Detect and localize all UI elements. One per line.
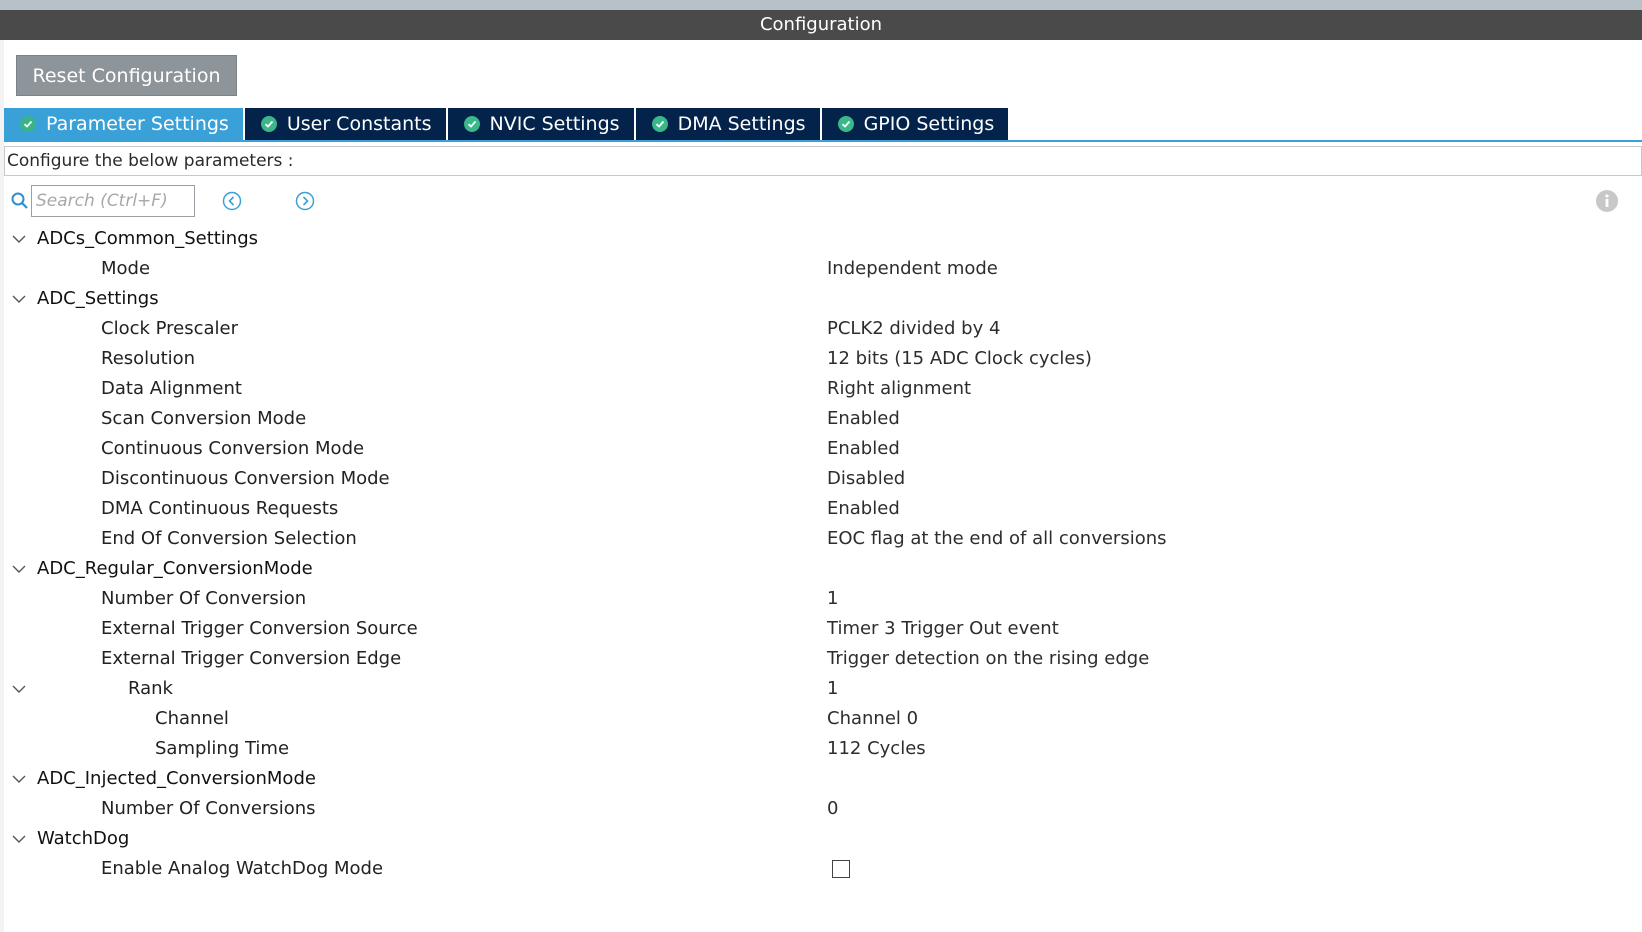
- settings-tabs: Parameter Settings User Constants NVIC S…: [4, 108, 1011, 140]
- chevron-down-icon[interactable]: [10, 830, 28, 848]
- param-value[interactable]: 0: [827, 794, 838, 824]
- window-title: Configuration: [0, 10, 1642, 40]
- tab-parameter-settings[interactable]: Parameter Settings: [4, 108, 245, 140]
- search-icon: [11, 192, 28, 209]
- param-row-mode[interactable]: Mode Independent mode: [0, 254, 1642, 284]
- check-circle-icon: [463, 116, 480, 132]
- chevron-down-icon[interactable]: [10, 770, 28, 788]
- chevron-down-icon[interactable]: [10, 230, 28, 248]
- param-label: Number Of Conversion: [101, 588, 307, 609]
- param-label: Number Of Conversions: [101, 798, 316, 819]
- param-label: Discontinuous Conversion Mode: [101, 468, 390, 489]
- group-title: WatchDog: [37, 828, 130, 849]
- param-label: Scan Conversion Mode: [101, 408, 307, 429]
- param-value[interactable]: Disabled: [827, 464, 905, 494]
- parameter-tree: ADCs_Common_Settings Mode Independent mo…: [0, 224, 1642, 884]
- group-adc-injected-conversionmode[interactable]: ADC_Injected_ConversionMode: [0, 764, 1642, 794]
- check-circle-icon: [651, 116, 668, 132]
- param-row-rank[interactable]: Rank 1: [0, 674, 1642, 704]
- param-value[interactable]: 1: [827, 584, 838, 614]
- param-value[interactable]: Trigger detection on the rising edge: [827, 644, 1149, 674]
- tab-label: Parameter Settings: [46, 113, 229, 135]
- param-label: Mode: [101, 258, 151, 279]
- group-watchdog[interactable]: WatchDog: [0, 824, 1642, 854]
- param-label: External Trigger Conversion Edge: [101, 648, 402, 669]
- param-row-end-of-conversion-selection[interactable]: End Of Conversion Selection EOC flag at …: [0, 524, 1642, 554]
- group-title: ADC_Settings: [37, 288, 159, 309]
- param-row-channel[interactable]: Channel Channel 0: [0, 704, 1642, 734]
- check-circle-icon: [260, 116, 277, 132]
- tab-user-constants[interactable]: User Constants: [244, 108, 448, 140]
- param-value[interactable]: PCLK2 divided by 4: [827, 314, 1000, 344]
- param-label: Clock Prescaler: [101, 318, 239, 339]
- check-circle-icon: [837, 116, 854, 132]
- param-value[interactable]: 12 bits (15 ADC Clock cycles): [827, 344, 1092, 374]
- param-label: Continuous Conversion Mode: [101, 438, 365, 459]
- configure-label: Configure the below parameters :: [4, 146, 1642, 176]
- param-label: DMA Continuous Requests: [101, 498, 339, 519]
- tab-nvic-settings[interactable]: NVIC Settings: [447, 108, 636, 140]
- param-value[interactable]: Right alignment: [827, 374, 971, 404]
- enable-analog-watchdog-checkbox[interactable]: [832, 860, 850, 878]
- param-value[interactable]: EOC flag at the end of all conversions: [827, 524, 1167, 554]
- group-title: ADC_Regular_ConversionMode: [37, 558, 313, 579]
- param-row-sampling-time[interactable]: Sampling Time 112 Cycles: [0, 734, 1642, 764]
- group-adcs-common-settings[interactable]: ADCs_Common_Settings: [0, 224, 1642, 254]
- param-row-external-trigger-source[interactable]: External Trigger Conversion Source Timer…: [0, 614, 1642, 644]
- info-icon[interactable]: [1595, 189, 1619, 213]
- param-row-number-of-conversion[interactable]: Number Of Conversion 1: [0, 584, 1642, 614]
- chevron-down-icon[interactable]: [10, 290, 28, 308]
- chevron-down-icon[interactable]: [10, 560, 28, 578]
- param-row-external-trigger-edge[interactable]: External Trigger Conversion Edge Trigger…: [0, 644, 1642, 674]
- param-value[interactable]: Enabled: [827, 404, 900, 434]
- param-label: Enable Analog WatchDog Mode: [101, 858, 384, 879]
- param-row-resolution[interactable]: Resolution 12 bits (15 ADC Clock cycles): [0, 344, 1642, 374]
- tab-underline: [4, 140, 1642, 142]
- param-label: Data Alignment: [101, 378, 242, 399]
- tab-label: GPIO Settings: [863, 113, 995, 135]
- param-row-clock-prescaler[interactable]: Clock Prescaler PCLK2 divided by 4: [0, 314, 1642, 344]
- tab-label: NVIC Settings: [489, 113, 620, 135]
- top-strip: [0, 0, 1642, 10]
- group-adc-regular-conversionmode[interactable]: ADC_Regular_ConversionMode: [0, 554, 1642, 584]
- param-row-dma-continuous-requests[interactable]: DMA Continuous Requests Enabled: [0, 494, 1642, 524]
- check-circle-icon: [20, 116, 36, 132]
- search-input[interactable]: [31, 185, 195, 217]
- param-row-enable-analog-watchdog[interactable]: Enable Analog WatchDog Mode: [0, 854, 1642, 884]
- param-label: Sampling Time: [155, 738, 290, 759]
- param-value[interactable]: 1: [827, 674, 838, 704]
- param-value[interactable]: 112 Cycles: [827, 734, 926, 764]
- param-row-number-of-conversions[interactable]: Number Of Conversions 0: [0, 794, 1642, 824]
- param-label: Channel: [155, 708, 229, 729]
- param-label: Resolution: [101, 348, 196, 369]
- group-adc-settings[interactable]: ADC_Settings: [0, 284, 1642, 314]
- group-title: ADC_Injected_ConversionMode: [37, 768, 316, 789]
- param-value[interactable]: Channel 0: [827, 704, 918, 734]
- reset-configuration-button[interactable]: Reset Configuration: [16, 55, 237, 96]
- param-row-discontinuous-conversion-mode[interactable]: Discontinuous Conversion Mode Disabled: [0, 464, 1642, 494]
- param-value[interactable]: Enabled: [827, 434, 900, 464]
- param-label: External Trigger Conversion Source: [101, 618, 418, 639]
- param-value[interactable]: Independent mode: [827, 254, 998, 284]
- param-label: End Of Conversion Selection: [101, 528, 357, 549]
- group-title: ADCs_Common_Settings: [37, 228, 259, 249]
- param-value[interactable]: Timer 3 Trigger Out event: [827, 614, 1059, 644]
- chevron-down-icon[interactable]: [10, 680, 28, 698]
- tab-label: User Constants: [286, 113, 432, 135]
- param-row-data-alignment[interactable]: Data Alignment Right alignment: [0, 374, 1642, 404]
- prev-result-icon[interactable]: [222, 191, 242, 211]
- param-row-scan-conversion-mode[interactable]: Scan Conversion Mode Enabled: [0, 404, 1642, 434]
- param-row-continuous-conversion-mode[interactable]: Continuous Conversion Mode Enabled: [0, 434, 1642, 464]
- next-result-icon[interactable]: [295, 191, 315, 211]
- tab-gpio-settings[interactable]: GPIO Settings: [821, 108, 1011, 140]
- tab-label: DMA Settings: [677, 113, 806, 135]
- param-label: Rank: [128, 678, 173, 699]
- tab-dma-settings[interactable]: DMA Settings: [635, 108, 822, 140]
- param-value[interactable]: Enabled: [827, 494, 900, 524]
